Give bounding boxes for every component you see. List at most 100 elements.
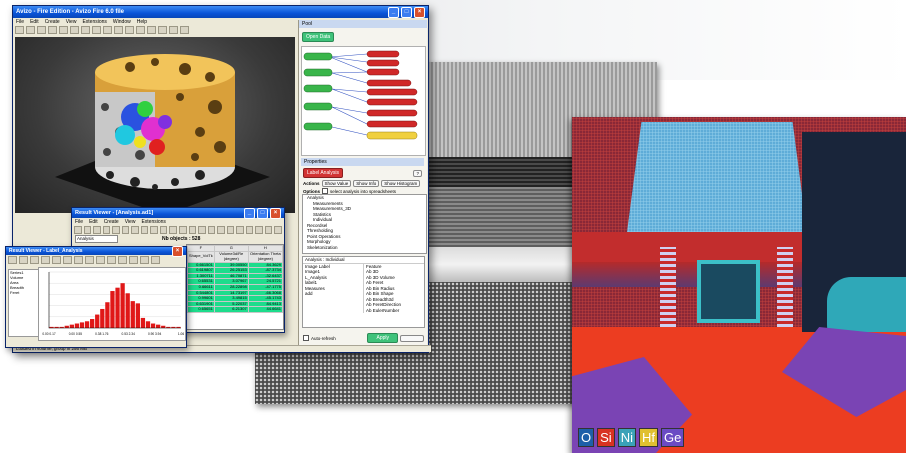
measure-tree[interactable]: Analysis Measurements Measurements_3D Stati… bbox=[302, 194, 427, 254]
main-tool-6[interactable] bbox=[70, 25, 79, 34]
col-header-volume[interactable]: Volume3d/Re (degree) bbox=[213, 250, 249, 263]
col-header-shape[interactable]: Shape_VolTk bbox=[187, 250, 215, 263]
main-tool-12[interactable] bbox=[136, 25, 145, 34]
auto-refresh-label: Auto-refresh bbox=[311, 335, 336, 341]
rv-tool-20[interactable] bbox=[255, 225, 263, 234]
rv-tool-12[interactable] bbox=[179, 225, 187, 234]
hw-tool-9[interactable] bbox=[96, 255, 105, 264]
rv-menu-item-view[interactable]: View bbox=[125, 219, 136, 225]
col-header-orientation[interactable]: Orientation Theta (degree) bbox=[247, 250, 283, 263]
rv-minimize-button[interactable]: _ bbox=[244, 207, 255, 219]
menu-item-create[interactable]: Create bbox=[45, 19, 60, 25]
rv-tool-2[interactable] bbox=[83, 225, 92, 234]
main-tool-1[interactable] bbox=[15, 25, 24, 34]
main-tool-14[interactable] bbox=[158, 25, 167, 34]
rv-tool-17[interactable] bbox=[226, 225, 235, 234]
action-show-info[interactable]: Show Info bbox=[353, 180, 380, 187]
rv-tool-19[interactable] bbox=[245, 225, 254, 234]
rv-tool-9[interactable] bbox=[150, 225, 158, 234]
rv-tool-7[interactable] bbox=[131, 225, 139, 234]
rv-menu-item-extensions[interactable]: Extensions bbox=[141, 219, 165, 225]
close-button[interactable]: × bbox=[414, 6, 425, 18]
table-cell[interactable]: 0.65651 bbox=[187, 306, 215, 313]
help-icon[interactable]: ? bbox=[413, 169, 422, 177]
rv-tool-13[interactable] bbox=[188, 225, 197, 234]
hw-tool-5[interactable] bbox=[52, 255, 61, 264]
hw-tool-11[interactable] bbox=[118, 255, 127, 264]
main-tool-8[interactable] bbox=[92, 25, 101, 34]
rv-tool-15[interactable] bbox=[207, 225, 216, 234]
rv-tool-22[interactable] bbox=[274, 225, 283, 234]
menu-item-window[interactable]: Window bbox=[113, 19, 131, 25]
hw-tool-13[interactable] bbox=[140, 255, 149, 264]
feature-item[interactable]: Ab EulerNumber bbox=[366, 308, 424, 314]
histogram-bar bbox=[150, 323, 156, 328]
rv-menu-item-file[interactable]: File bbox=[75, 219, 83, 225]
main-tool-2[interactable] bbox=[26, 25, 35, 34]
main-tool-13[interactable] bbox=[147, 25, 156, 34]
3d-viewport[interactable] bbox=[15, 37, 295, 213]
rv-tool-5[interactable] bbox=[112, 225, 120, 234]
menu-item-help[interactable]: Help bbox=[137, 19, 147, 25]
menu-item-view[interactable]: View bbox=[66, 19, 77, 25]
main-tool-15[interactable] bbox=[169, 25, 178, 34]
action-show-histogram[interactable]: Show Histogram bbox=[381, 180, 421, 187]
rv-tool-1[interactable] bbox=[74, 225, 82, 234]
rv-menu-item-create[interactable]: Create bbox=[104, 219, 119, 225]
hw-tool-6[interactable] bbox=[63, 255, 72, 264]
main-tool-5[interactable] bbox=[59, 25, 68, 34]
menu-item-file[interactable]: File bbox=[16, 19, 24, 25]
hw-tool-12[interactable] bbox=[129, 255, 138, 264]
main-tool-16[interactable] bbox=[180, 25, 189, 34]
rv-tool-8[interactable] bbox=[140, 225, 149, 234]
maximize-button[interactable]: □ bbox=[401, 6, 412, 18]
cancel-button[interactable] bbox=[400, 334, 424, 342]
analysis-item[interactable]: add bbox=[305, 291, 363, 297]
rv-tool-4[interactable] bbox=[102, 225, 111, 234]
analysis-list[interactable]: Analysis : Individual Image Label Image1 L… bbox=[302, 256, 425, 328]
hw-tool-8[interactable] bbox=[85, 255, 94, 264]
rv-maximize-button[interactable]: □ bbox=[257, 207, 268, 219]
rv-tool-11[interactable] bbox=[169, 225, 178, 234]
open-data-button[interactable]: Open Data bbox=[302, 32, 335, 42]
rv-menu-item-edit[interactable]: Edit bbox=[89, 219, 98, 225]
tree-item[interactable]: Skeletonization bbox=[305, 245, 426, 251]
hw-tool-10[interactable] bbox=[107, 255, 116, 264]
rv-tool-3[interactable] bbox=[93, 225, 101, 234]
histogram-window: Result Viewer - Label_Analysis × Series1… bbox=[5, 245, 187, 348]
auto-refresh-checkbox[interactable] bbox=[303, 335, 309, 341]
hw-tool-3[interactable] bbox=[30, 255, 39, 264]
analysis-list-left: Image Label Image1 L_Analysis label1 Measure… bbox=[303, 264, 363, 314]
main-tool-4[interactable] bbox=[48, 25, 57, 34]
hw-close-button[interactable]: × bbox=[172, 245, 183, 257]
rv-tool-10[interactable] bbox=[159, 225, 168, 234]
hw-tool-2[interactable] bbox=[19, 255, 28, 264]
hw-tool-1[interactable] bbox=[8, 255, 17, 264]
label-analysis-button[interactable]: Label Analysis bbox=[303, 168, 343, 178]
table-row[interactable]: 0.65651 6.21307 44.6641 bbox=[187, 306, 283, 313]
rv-tool-6[interactable] bbox=[121, 225, 130, 234]
menu-item-edit[interactable]: Edit bbox=[30, 19, 39, 25]
main-tool-10[interactable] bbox=[114, 25, 123, 34]
main-tool-9[interactable] bbox=[103, 25, 112, 34]
rv-spreadsheet[interactable]: F G H Shape_VolTk Volume3d/Re (degree) O… bbox=[186, 244, 284, 330]
pool-network-graph[interactable] bbox=[301, 46, 426, 156]
apply-button[interactable]: Apply bbox=[367, 333, 398, 343]
main-tool-3[interactable] bbox=[37, 25, 46, 34]
hw-tool-14[interactable] bbox=[151, 255, 160, 264]
action-show-value[interactable]: Show Value bbox=[321, 180, 352, 187]
main-tool-7[interactable] bbox=[81, 25, 90, 34]
table-cell[interactable]: 44.6641 bbox=[247, 306, 283, 313]
table-cell[interactable]: 6.21307 bbox=[213, 306, 249, 313]
menu-item-extensions[interactable]: Extensions bbox=[82, 19, 106, 25]
rv-close-button[interactable]: × bbox=[270, 207, 281, 219]
minimize-button[interactable]: _ bbox=[388, 6, 399, 18]
rv-tool-16[interactable] bbox=[217, 225, 225, 234]
rv-tool-21[interactable] bbox=[264, 225, 273, 234]
main-tool-11[interactable] bbox=[125, 25, 134, 34]
rv-selector-field[interactable]: Analysis bbox=[75, 235, 118, 243]
rv-tool-18[interactable] bbox=[236, 225, 244, 234]
hw-tool-7[interactable] bbox=[74, 255, 83, 264]
hw-tool-4[interactable] bbox=[41, 255, 50, 264]
rv-tool-14[interactable] bbox=[198, 225, 206, 234]
